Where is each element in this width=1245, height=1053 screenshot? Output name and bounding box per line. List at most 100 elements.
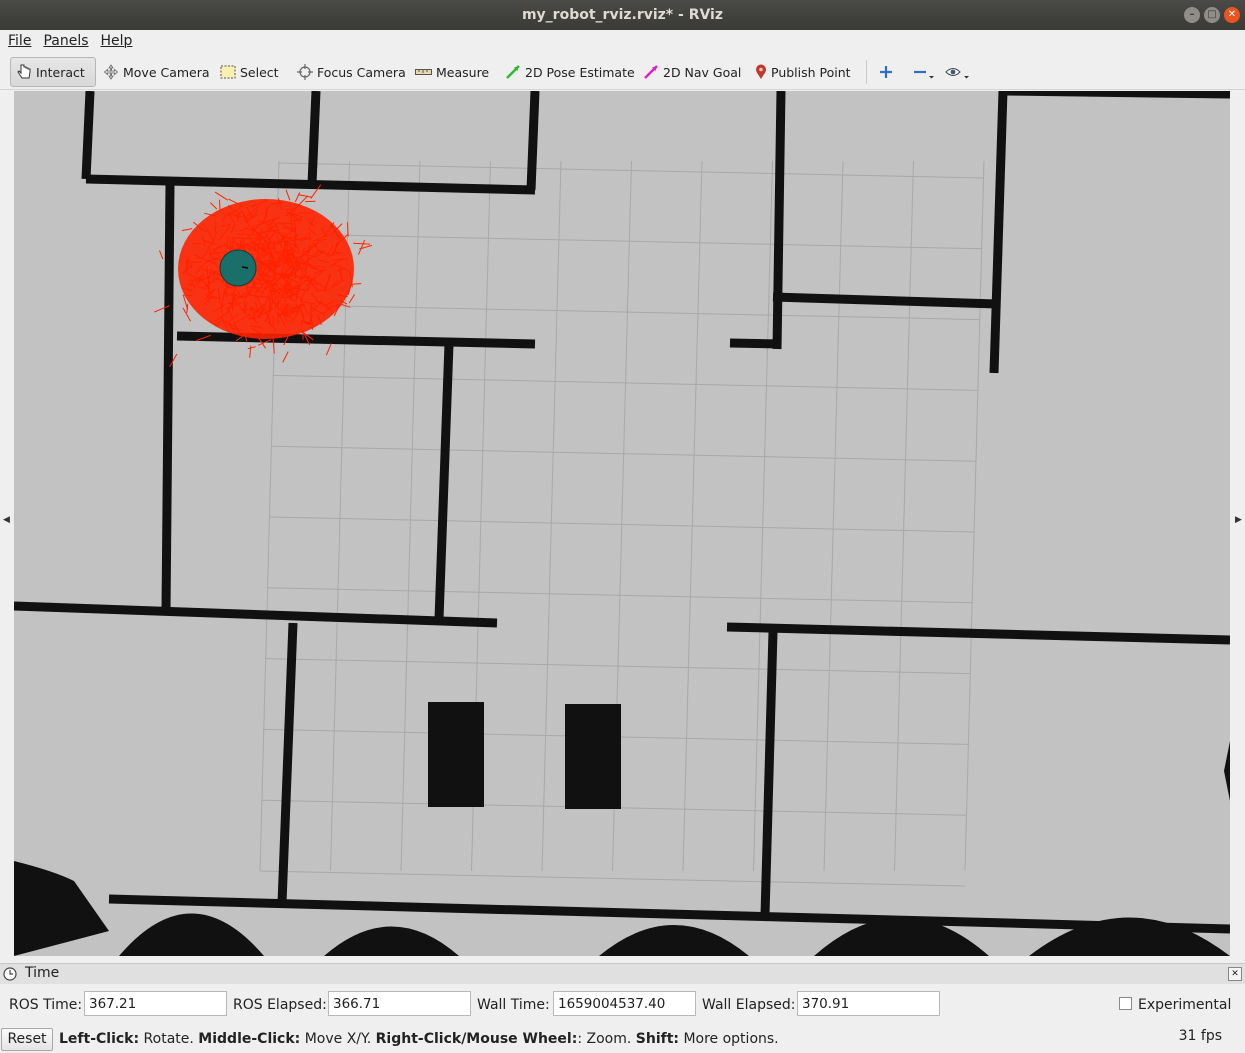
wall-segment xyxy=(726,622,1230,645)
left-click-action: Rotate. xyxy=(143,1031,194,1047)
particle-arrow xyxy=(353,242,371,245)
move-camera-tool-button[interactable]: Move Camera xyxy=(98,57,215,87)
particle-arrow xyxy=(304,266,307,276)
remove-tool-button[interactable] xyxy=(908,57,944,87)
render-viewport[interactable] xyxy=(14,91,1230,956)
particle-arrow xyxy=(325,343,332,356)
ros-time-field[interactable] xyxy=(84,991,227,1016)
right-dock-arrow-icon[interactable]: ▶ xyxy=(1235,515,1242,525)
close-panel-button[interactable]: ✕ xyxy=(1228,967,1242,981)
hand-pointer-icon xyxy=(17,64,31,79)
unknown-region xyxy=(1224,741,1230,801)
left-dock-arrow-icon[interactable]: ◀ xyxy=(3,515,10,525)
wall-segment xyxy=(760,631,778,916)
particle-arrow xyxy=(186,303,189,313)
magenta-arrow-icon xyxy=(644,65,658,79)
reset-button[interactable]: Reset xyxy=(1,1028,53,1051)
window-title: my_robot_rviz.rviz* - RViz xyxy=(521,7,724,23)
grid-line-vertical xyxy=(964,160,985,872)
obstacle-block-right xyxy=(565,704,621,809)
time-panel: ROS Time: ROS Elapsed: Wall Time: Wall E… xyxy=(0,985,1245,1025)
right-click-key: Right-Click/Mouse Wheel: xyxy=(375,1031,578,1047)
tool-visibility-button[interactable] xyxy=(940,57,980,87)
status-help-text: Left-Click: Rotate. Middle-Click: Move X… xyxy=(59,1031,779,1047)
plus-icon xyxy=(880,66,892,78)
ros-elapsed-field[interactable] xyxy=(328,991,471,1016)
wall-segment xyxy=(307,91,321,185)
particle-arrow xyxy=(181,228,193,232)
particle-arrow xyxy=(277,222,294,225)
grid-line-vertical xyxy=(823,160,844,872)
shift-key: Shift: xyxy=(635,1031,679,1047)
add-tool-button[interactable] xyxy=(874,57,902,87)
menu-file[interactable]: File xyxy=(4,30,35,52)
particle-arrow xyxy=(219,199,221,213)
maximize-button[interactable]: □ xyxy=(1204,7,1220,23)
wall-elapsed-field[interactable] xyxy=(797,991,940,1016)
grid-line-vertical xyxy=(541,160,562,872)
select-label: Select xyxy=(240,64,279,80)
middle-click-key: Middle-Click: xyxy=(198,1031,301,1047)
experimental-checkbox[interactable] xyxy=(1119,997,1132,1010)
shift-action: More options. xyxy=(683,1031,779,1047)
2d-nav-goal-tool-button[interactable]: 2D Nav Goal xyxy=(638,57,746,87)
publish-point-tool-button[interactable]: Publish Point xyxy=(750,57,856,87)
particle-arrow xyxy=(247,346,256,350)
select-box-icon xyxy=(220,65,236,79)
unknown-region xyxy=(324,926,459,956)
particle-arrow xyxy=(209,202,218,210)
menu-help[interactable]: Help xyxy=(97,30,137,52)
2d-pose-estimate-tool-button[interactable]: 2D Pose Estimate xyxy=(500,57,640,87)
robot-body xyxy=(219,249,257,287)
measure-tool-button[interactable]: Measure xyxy=(410,57,494,87)
experimental-label: Experimental xyxy=(1138,997,1232,1013)
unknown-region xyxy=(119,913,264,956)
fps-counter: 31 fps xyxy=(1178,1028,1222,1044)
grid-line-vertical xyxy=(894,160,914,872)
wall-segment xyxy=(989,91,1008,374)
wall-elapsed-label: Wall Elapsed: xyxy=(702,997,796,1013)
focus-camera-label: Focus Camera xyxy=(317,64,406,80)
map-scene[interactable] xyxy=(14,91,1230,956)
particle-cloud-core xyxy=(178,199,354,339)
wall-segment xyxy=(277,622,298,904)
left-click-key: Left-Click: xyxy=(59,1031,140,1047)
menubar: File Panels Help xyxy=(0,30,1245,54)
window-titlebar: my_robot_rviz.rviz* - RViz – □ ✕ xyxy=(0,0,1245,30)
interact-tool-button[interactable]: Interact xyxy=(10,57,96,87)
status-bar: Reset Left-Click: Rotate. Middle-Click: … xyxy=(0,1026,1245,1053)
tools-toolbar: Interact Move Camera Select Focus Camera… xyxy=(0,54,1245,90)
particle-arrow xyxy=(285,189,291,201)
move-arrows-icon xyxy=(103,64,119,80)
move-camera-label: Move Camera xyxy=(123,64,210,80)
time-panel-title: Time xyxy=(25,965,60,981)
wall-segment xyxy=(526,91,540,191)
particle-arrow xyxy=(348,293,356,304)
toolbar-separator xyxy=(866,60,867,84)
focus-camera-tool-button[interactable]: Focus Camera xyxy=(292,57,411,87)
particle-arrow xyxy=(192,242,202,245)
select-tool-button[interactable]: Select xyxy=(215,57,284,87)
map-pin-icon xyxy=(756,64,766,79)
particle-arrow xyxy=(214,221,217,233)
minus-icon xyxy=(914,70,934,79)
close-window-button[interactable]: ✕ xyxy=(1224,7,1240,23)
pose-estimate-label: 2D Pose Estimate xyxy=(525,64,635,80)
particle-arrow xyxy=(298,194,313,198)
wall-time-field[interactable] xyxy=(553,991,696,1016)
ros-time-label: ROS Time: xyxy=(9,997,83,1013)
wall-segment xyxy=(108,894,1230,934)
particle-arrow xyxy=(159,250,164,260)
menu-panels[interactable]: Panels xyxy=(39,30,92,52)
time-panel-header: Time ✕ xyxy=(0,963,1245,984)
wall-segment xyxy=(14,601,498,628)
minimize-button[interactable]: – xyxy=(1184,7,1200,23)
robot-model xyxy=(219,249,257,287)
wall-segment xyxy=(772,91,786,350)
wall-segment xyxy=(772,292,998,309)
particle-arrow xyxy=(294,192,301,203)
wall-time-label: Wall Time: xyxy=(477,997,550,1013)
particle-arrow xyxy=(350,283,362,285)
wall-segment xyxy=(434,343,454,620)
grid-line-horizontal xyxy=(259,870,966,887)
